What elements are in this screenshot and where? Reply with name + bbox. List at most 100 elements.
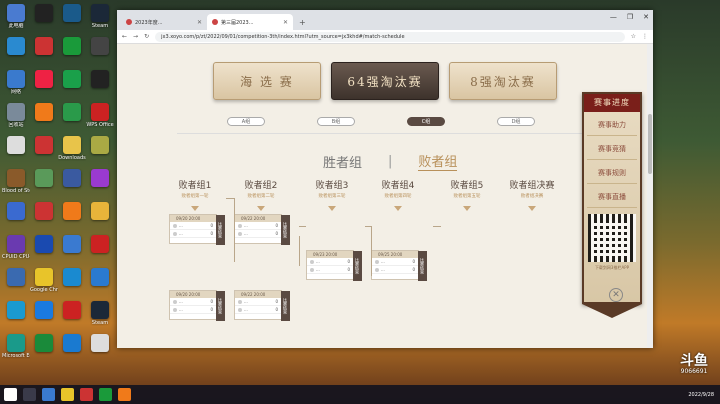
desktop-icon[interactable]	[58, 268, 86, 287]
app-icon	[7, 70, 25, 88]
desktop-icon[interactable]: 回收站	[2, 103, 30, 128]
team-icon	[173, 231, 177, 236]
desktop-icon[interactable]	[30, 136, 58, 155]
team-score: 0	[347, 258, 350, 264]
stage-tab-qualifier[interactable]: 海 选 赛	[213, 62, 321, 100]
match-card[interactable]: 09/20 20:00... 0... 0 比赛结束	[169, 290, 225, 321]
desktop-icon[interactable]	[2, 37, 30, 56]
sidebar-item-support[interactable]: 赛事助力	[587, 114, 637, 136]
menu-icon[interactable]: ⋮	[642, 33, 648, 40]
group-tab-b[interactable]: B组	[317, 117, 355, 126]
desktop-icon[interactable]	[30, 301, 58, 320]
match-card[interactable]: 09/22 20:00... 0... 0 比赛结束	[234, 214, 290, 245]
app-icon	[7, 301, 25, 319]
desktop-icon[interactable]	[2, 268, 30, 287]
maximize-button[interactable]: ❐	[627, 13, 633, 21]
desktop-icon[interactable]: Google Chrome	[30, 268, 58, 293]
desktop-icon[interactable]	[86, 37, 114, 56]
winners-bracket-tab[interactable]: 胜者组	[323, 152, 362, 171]
desktop-icon[interactable]	[58, 334, 86, 353]
desktop-icon[interactable]	[86, 235, 114, 254]
taskbar-app-icon[interactable]	[118, 388, 131, 401]
desktop-icon[interactable]	[30, 70, 58, 89]
match-time: 09/22 20:00	[235, 215, 281, 222]
desktop-icon[interactable]	[86, 70, 114, 89]
desktop-icon[interactable]	[30, 4, 58, 23]
close-sidebar-icon[interactable]: ✕	[609, 288, 623, 302]
desktop-icon[interactable]	[86, 334, 114, 353]
desktop-icon[interactable]	[2, 301, 30, 320]
desktop-icon[interactable]: CPUID CPU-Z	[2, 235, 30, 260]
close-window-button[interactable]: ✕	[643, 13, 649, 21]
desktop-icon[interactable]	[30, 334, 58, 353]
url-input[interactable]: jx3.xoyo.com/p/zt/2022/09/01/competition…	[155, 31, 625, 42]
chrome-icon[interactable]	[61, 388, 74, 401]
desktop-icon[interactable]: Steam	[86, 4, 114, 29]
star-icon[interactable]: ☆	[631, 33, 636, 40]
desktop-icon[interactable]	[58, 202, 86, 221]
search-icon[interactable]	[23, 388, 36, 401]
close-tab-icon[interactable]: ✕	[283, 19, 288, 26]
group-tab-d[interactable]: D组	[497, 117, 535, 126]
losers-bracket-tab[interactable]: 败者组	[418, 151, 458, 171]
new-tab-button[interactable]: +	[293, 18, 312, 30]
stage-tab-top8[interactable]: 8强淘汰赛	[449, 62, 557, 100]
desktop-icon[interactable]	[58, 70, 86, 89]
back-icon[interactable]: ←	[122, 33, 127, 40]
minimize-button[interactable]: —	[610, 13, 617, 21]
desktop-icon[interactable]: 此电脑	[2, 4, 30, 29]
app-icon	[35, 169, 53, 187]
sidebar-item-rules[interactable]: 赛事规则	[587, 162, 637, 184]
desktop-icon[interactable]	[58, 37, 86, 56]
desktop-icon[interactable]	[2, 136, 30, 155]
desktop-icon[interactable]	[30, 202, 58, 221]
desktop-icon[interactable]: Blood of Steel	[2, 169, 30, 194]
desktop-icon[interactable]	[58, 103, 86, 122]
taskbar-app-icon[interactable]	[80, 388, 93, 401]
desktop-icon[interactable]	[30, 235, 58, 254]
desktop-icon[interactable]	[58, 235, 86, 254]
desktop-icon[interactable]	[86, 136, 114, 155]
desktop-icon[interactable]: Downloads	[58, 136, 86, 161]
system-tray[interactable]: 2022/9/28	[688, 392, 714, 398]
browser-tab-1[interactable]: 2023年度... ✕	[121, 14, 207, 30]
app-icon	[63, 70, 81, 88]
desktop-icon[interactable]	[58, 169, 86, 188]
sidebar-header[interactable]: 赛事进度	[584, 94, 640, 112]
desktop-icon[interactable]	[86, 268, 114, 287]
team-icon	[310, 259, 314, 264]
team-icon	[310, 267, 314, 272]
desktop-icon[interactable]: Steam	[86, 301, 114, 326]
team-name: ...	[179, 222, 183, 228]
desktop-icon[interactable]	[86, 202, 114, 221]
sidebar-item-live[interactable]: 赛事直播	[587, 186, 637, 208]
desktop-icon[interactable]: 网络	[2, 70, 30, 95]
desktop-icon[interactable]: WPS Office	[86, 103, 114, 128]
desktop-icon[interactable]	[58, 301, 86, 320]
taskbar-app-icon[interactable]	[99, 388, 112, 401]
group-tab-c[interactable]: C组	[407, 117, 445, 126]
match-card[interactable]: 09/25 20:00... 0... 0 比赛结束	[371, 250, 427, 281]
match-card[interactable]: 09/20 20:00... 0... 0 比赛结束	[169, 214, 225, 245]
sidebar-item-guess[interactable]: 赛事竞猜	[587, 138, 637, 160]
desktop-icon[interactable]	[2, 202, 30, 221]
desktop-icon[interactable]	[86, 169, 114, 188]
scrollbar[interactable]	[647, 44, 653, 348]
taskbar-app-icon[interactable]	[42, 388, 55, 401]
desktop-icon[interactable]	[58, 4, 86, 23]
forward-icon[interactable]: →	[133, 33, 138, 40]
match-card[interactable]: 09/22 20:00... 0... 0 比赛结束	[234, 290, 290, 321]
browser-tab-2[interactable]: 第三届2023... ✕	[207, 14, 293, 30]
desktop-icon[interactable]	[30, 37, 58, 56]
close-tab-icon[interactable]: ✕	[197, 19, 202, 26]
match-card[interactable]: 09/23 20:00... 0... 0 比赛结束	[306, 250, 362, 281]
start-icon[interactable]	[4, 388, 17, 401]
desktop-icon[interactable]	[30, 103, 58, 122]
scrollbar-thumb[interactable]	[648, 114, 652, 174]
team-score: 0	[275, 306, 278, 312]
desktop-icon[interactable]	[30, 169, 58, 188]
stage-tab-top64[interactable]: 64强淘汰赛	[331, 62, 439, 100]
group-tab-a[interactable]: A组	[227, 117, 265, 126]
reload-icon[interactable]: ↻	[144, 33, 149, 40]
desktop-icon[interactable]: Microsoft Edge	[2, 334, 30, 359]
